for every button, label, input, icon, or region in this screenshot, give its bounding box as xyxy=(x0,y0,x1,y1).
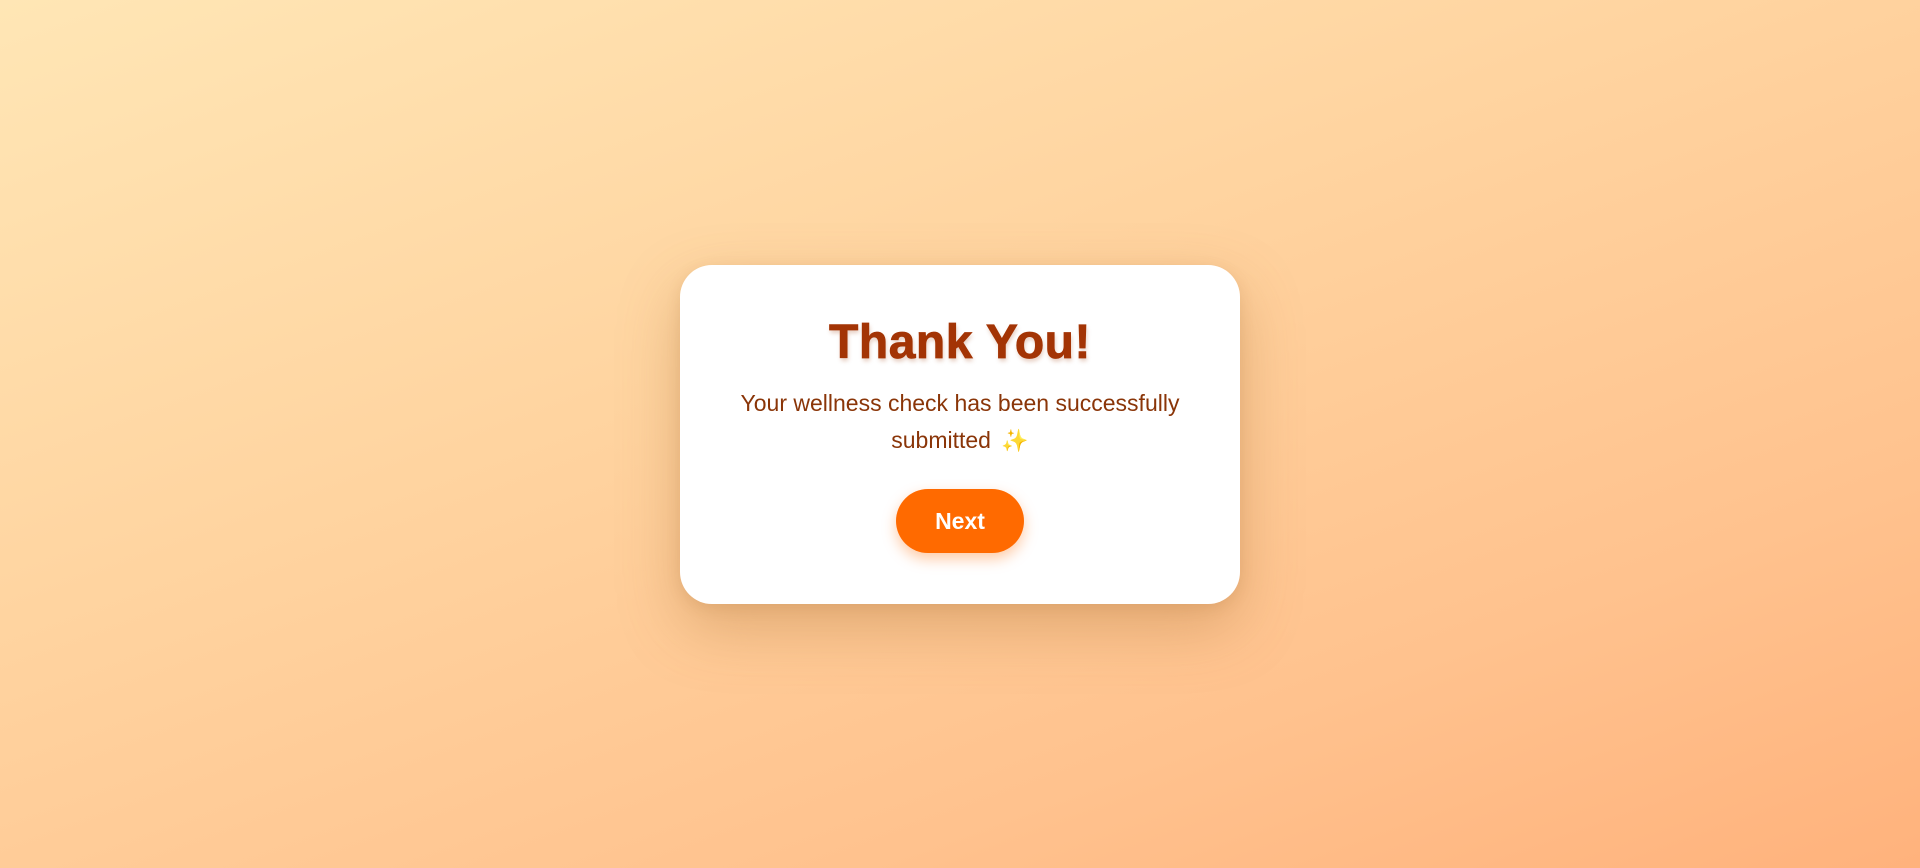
next-button[interactable]: Next xyxy=(896,489,1024,553)
confirmation-message-text: Your wellness check has been successfull… xyxy=(740,390,1180,453)
confirmation-message: Your wellness check has been successfull… xyxy=(740,385,1180,459)
thank-you-title: Thank You! xyxy=(829,316,1091,370)
sparkles-icon: ✨ xyxy=(1001,428,1029,453)
thank-you-card: Thank You! Your wellness check has been … xyxy=(680,265,1240,604)
